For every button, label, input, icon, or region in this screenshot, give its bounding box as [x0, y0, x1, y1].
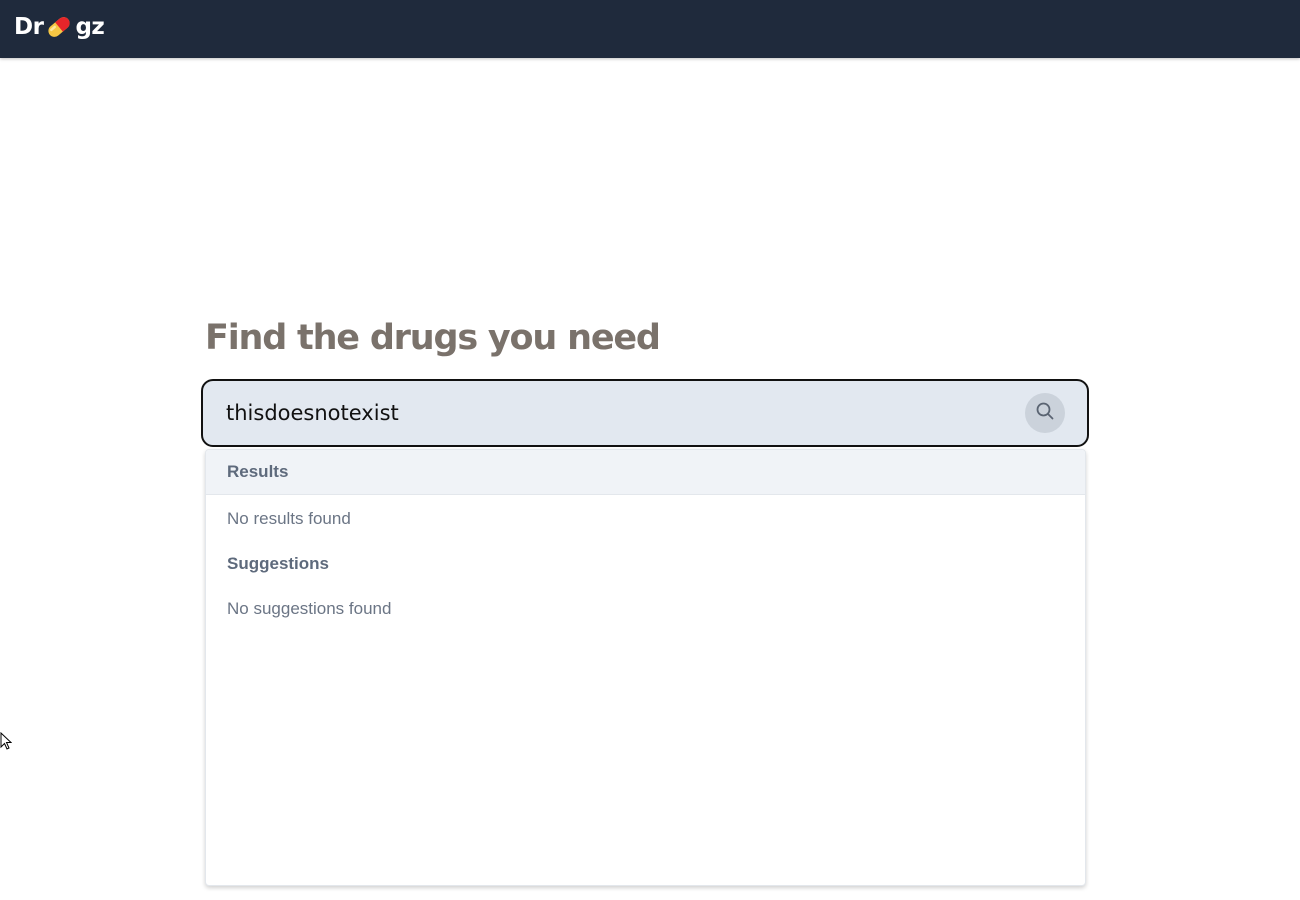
pill-icon	[44, 12, 74, 42]
logo-link[interactable]: Dr gz	[14, 12, 105, 42]
mouse-cursor-icon	[0, 731, 13, 750]
top-nav-bar: Dr gz	[0, 0, 1300, 58]
logo-text-prefix: Dr	[14, 14, 44, 40]
page-title: Find the drugs you need	[205, 318, 661, 358]
no-suggestions-message: No suggestions found	[227, 599, 392, 618]
search-input[interactable]	[226, 381, 1006, 445]
search-results-dropdown: Results No results found Suggestions No …	[205, 449, 1086, 886]
results-section-header: Results	[206, 450, 1085, 495]
logo-text-suffix: gz	[75, 14, 105, 40]
no-results-message: No results found	[227, 509, 351, 528]
search-icon	[1035, 401, 1055, 426]
suggestions-section-header: Suggestions	[227, 554, 330, 573]
search-button[interactable]	[1025, 393, 1065, 433]
search-bar	[201, 379, 1089, 447]
